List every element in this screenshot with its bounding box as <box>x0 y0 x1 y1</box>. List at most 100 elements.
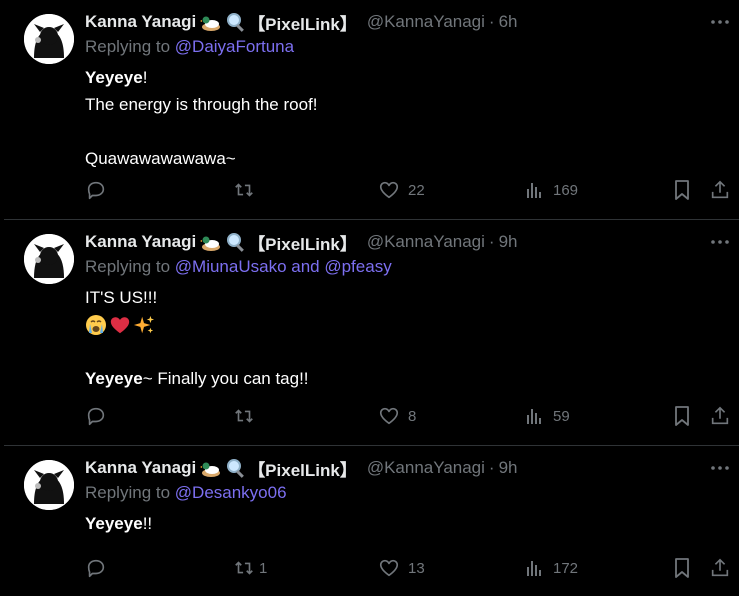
author-tag: 【PixelLink】 <box>248 234 357 254</box>
emoji-line <box>85 311 309 338</box>
magnifier-icon <box>226 12 246 32</box>
more-options-icon[interactable] <box>709 12 731 32</box>
bookmark-icon <box>675 558 689 578</box>
share-icon <box>711 180 729 199</box>
share-button[interactable] <box>709 404 731 428</box>
action-bar: 8 59 <box>85 404 739 428</box>
views-button[interactable]: 59 <box>525 404 570 428</box>
text-line: Quawawawawawa~ <box>85 149 236 168</box>
tweet-header: Kanna Yanagi 【PixelLink】 @KannaYanagi · … <box>85 456 518 480</box>
timestamp[interactable]: 9h <box>499 458 518 478</box>
like-button[interactable]: 13 <box>378 556 425 580</box>
separator: · <box>488 12 495 31</box>
bold-text: Yeyeye <box>85 514 143 533</box>
retweet-icon <box>235 409 253 423</box>
views-icon <box>527 409 541 424</box>
magnifier-icon <box>226 458 246 478</box>
text: ! <box>142 68 148 87</box>
reply-icon <box>87 559 105 578</box>
author-tag: 【PixelLink】 <box>248 14 357 34</box>
view-count: 169 <box>553 181 579 199</box>
replying-joiner: and <box>286 257 325 276</box>
bookmark-icon <box>675 406 689 426</box>
duck-icon <box>200 232 222 252</box>
author-name[interactable]: Kanna Yanagi <box>85 232 196 252</box>
duck-icon <box>200 12 222 32</box>
replying-to: Replying to @DaiyaFortuna <box>85 37 294 57</box>
duck-icon <box>200 458 222 478</box>
like-button[interactable]: 22 <box>378 178 425 202</box>
tweet[interactable]: Kanna Yanagi 【PixelLink】 @KannaYanagi · … <box>4 0 739 220</box>
like-button[interactable]: 8 <box>378 404 416 428</box>
view-count: 172 <box>553 559 579 577</box>
replying-prefix: Replying to <box>85 257 175 276</box>
tweet-text: IT'S US!!! Yeyeye~ Finally you can tag!! <box>85 284 309 392</box>
share-icon <box>711 558 729 577</box>
reply-button[interactable] <box>85 556 115 580</box>
share-icon <box>711 406 729 425</box>
red-heart-icon <box>110 316 130 333</box>
like-count: 22 <box>408 181 425 199</box>
share-button[interactable] <box>709 556 731 580</box>
text: ~ Finally you can tag!! <box>142 369 309 388</box>
replying-to: Replying to @MiunaUsako and @pfeasy <box>85 257 392 277</box>
text: !! <box>142 514 153 533</box>
avatar[interactable] <box>24 460 74 510</box>
reply-button[interactable] <box>85 404 115 428</box>
replying-to: Replying to @Desankyo06 <box>85 483 287 503</box>
timestamp[interactable]: 9h <box>499 232 518 252</box>
avatar[interactable] <box>24 14 74 64</box>
like-count: 13 <box>408 559 425 577</box>
author-tag: 【PixelLink】 <box>248 460 357 480</box>
reply-button[interactable] <box>85 178 115 202</box>
views-icon <box>527 561 541 576</box>
magnifier-icon <box>226 232 246 252</box>
view-count: 59 <box>553 407 570 425</box>
views-button[interactable]: 172 <box>525 556 578 580</box>
tweet-header: Kanna Yanagi 【PixelLink】 @KannaYanagi · … <box>85 10 518 34</box>
author-handle[interactable]: @KannaYanagi <box>367 458 485 478</box>
author-handle[interactable]: @KannaYanagi <box>367 232 485 252</box>
bold-text: Yeyeye <box>85 68 143 87</box>
heart-icon <box>379 407 399 425</box>
author-handle[interactable]: @KannaYanagi <box>367 12 485 32</box>
bold-text: Yeyeye <box>85 369 143 388</box>
tweet-text: Yeyeye!! <box>85 510 152 537</box>
bookmark-button[interactable] <box>672 556 692 580</box>
retweet-icon <box>235 561 253 575</box>
separator: · <box>488 458 495 477</box>
retweet-button[interactable]: 1 <box>233 556 267 580</box>
replying-to-link[interactable]: @pfeasy <box>324 257 391 276</box>
like-count: 8 <box>408 407 417 425</box>
reply-icon <box>87 181 105 200</box>
replying-prefix: Replying to <box>85 483 175 502</box>
avatar[interactable] <box>24 234 74 284</box>
more-options-icon[interactable] <box>709 458 731 478</box>
tweet[interactable]: Kanna Yanagi 【PixelLink】 @KannaYanagi · … <box>4 220 739 446</box>
retweet-button[interactable] <box>233 178 263 202</box>
retweet-icon <box>235 183 253 197</box>
bookmark-icon <box>675 180 689 200</box>
share-button[interactable] <box>709 178 731 202</box>
replying-to-link[interactable]: @MiunaUsako <box>175 257 287 276</box>
tweet[interactable]: Kanna Yanagi 【PixelLink】 @KannaYanagi · … <box>4 446 739 596</box>
action-bar: 1 13 172 <box>85 556 739 580</box>
views-button[interactable]: 169 <box>525 178 578 202</box>
bookmark-button[interactable] <box>672 178 692 202</box>
replying-to-link[interactable]: @DaiyaFortuna <box>175 37 294 56</box>
author-name[interactable]: Kanna Yanagi <box>85 12 196 32</box>
author-name[interactable]: Kanna Yanagi <box>85 458 196 478</box>
more-options-icon[interactable] <box>709 232 731 252</box>
replying-to-link[interactable]: @Desankyo06 <box>175 483 287 502</box>
replying-prefix: Replying to <box>85 37 175 56</box>
bookmark-button[interactable] <box>672 404 692 428</box>
action-bar: 22 169 <box>85 178 739 202</box>
text-line: IT'S US!!! <box>85 288 158 307</box>
retweet-button[interactable] <box>233 404 263 428</box>
tweet-header: Kanna Yanagi 【PixelLink】 @KannaYanagi · … <box>85 230 518 254</box>
timestamp[interactable]: 6h <box>499 12 518 32</box>
retweet-count: 1 <box>259 559 268 577</box>
heart-icon <box>379 181 399 199</box>
